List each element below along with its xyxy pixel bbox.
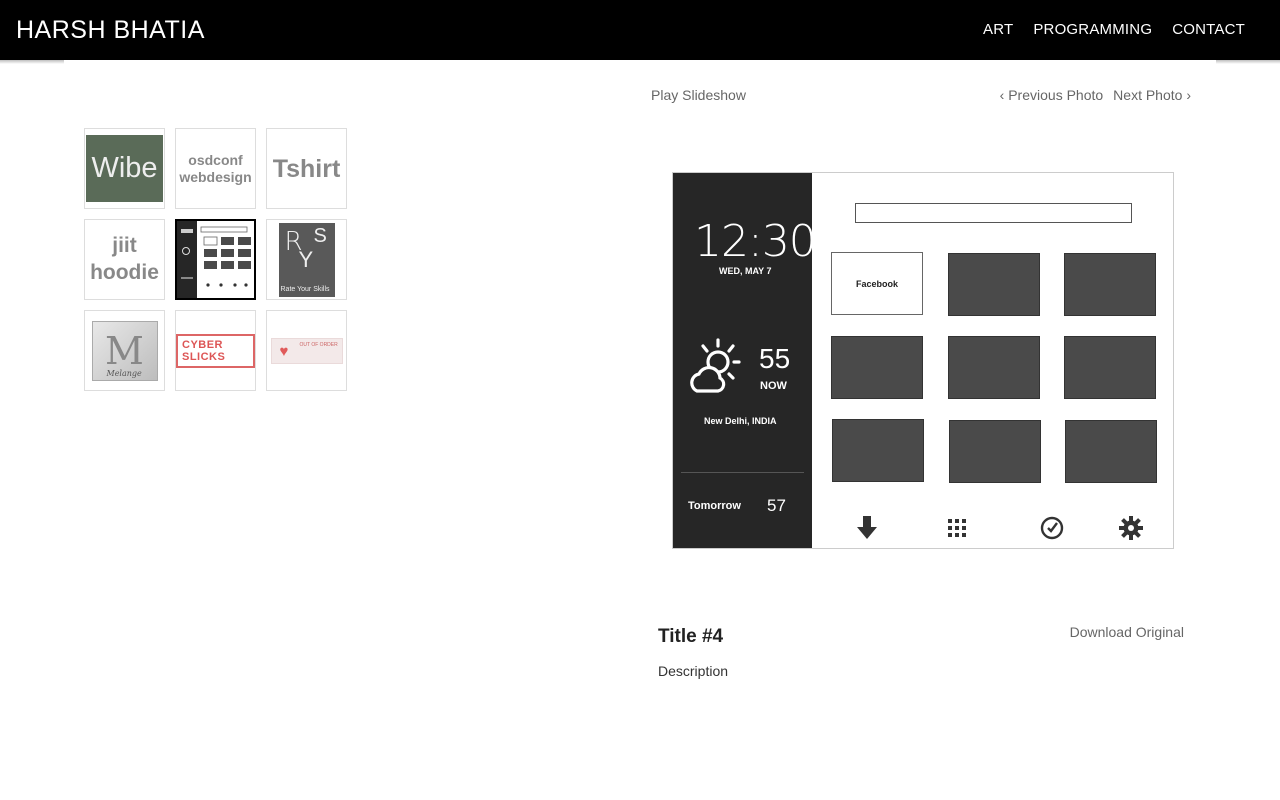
melange-letter: M bbox=[105, 328, 144, 373]
launcher-dock bbox=[673, 513, 1173, 543]
clock-icon bbox=[1040, 516, 1064, 540]
launcher-now-label: NOW bbox=[760, 380, 787, 392]
download-icon bbox=[857, 516, 877, 539]
thumbnail-jiit-hoodie-label: jiit hoodie bbox=[90, 233, 159, 286]
launcher-tomorrow-label: Tomorrow bbox=[688, 500, 741, 512]
thumbnail-jiit-hoodie[interactable]: jiit hoodie bbox=[84, 219, 165, 300]
thumbnail-osdconf-line2: webdesign bbox=[179, 168, 252, 185]
cyber-slicks-logo: CYBER SLICKS bbox=[176, 333, 255, 368]
thumbnail-wibe[interactable]: Wibe bbox=[84, 128, 165, 209]
launcher-temperature: 55 bbox=[759, 343, 791, 374]
partly-cloudy-icon bbox=[690, 338, 741, 393]
thumbnail-grid: Wibe osdconf webdesign Tshirt jiit hoodi… bbox=[84, 128, 348, 391]
header-shadow-left bbox=[0, 60, 64, 64]
nav-programming[interactable]: PROGRAMMING bbox=[1033, 21, 1152, 38]
launcher-search-bar bbox=[855, 203, 1132, 223]
next-photo-link[interactable]: Next Photo › bbox=[1113, 87, 1191, 103]
photo-description: Description bbox=[658, 663, 729, 679]
tile bbox=[832, 419, 924, 482]
previous-photo-link[interactable]: ‹ Previous Photo bbox=[1000, 87, 1104, 103]
tile bbox=[948, 336, 1040, 399]
apps-grid-icon bbox=[948, 519, 966, 537]
tile bbox=[1064, 253, 1156, 316]
thumbnail-tshirt-label: Tshirt bbox=[272, 154, 341, 183]
header-shadow-right bbox=[1216, 60, 1280, 64]
tile bbox=[831, 336, 923, 399]
thumbnail-osdconf-label: osdconf webdesign bbox=[179, 152, 251, 186]
download-original-link[interactable]: Download Original bbox=[1070, 624, 1184, 640]
launcher-sidebar: 12:30 WED, MAY 7 55 NOW New Delhi, INDIA… bbox=[673, 173, 817, 548]
launcher-date: WED, MAY 7 bbox=[719, 266, 772, 276]
thumbnail-tshirt[interactable]: Tshirt bbox=[266, 128, 347, 209]
nav-art[interactable]: ART bbox=[983, 21, 1013, 38]
thumbnail-rate-your-skills[interactable]: R S Y Rate Your Skills bbox=[266, 219, 347, 300]
gear-icon bbox=[1119, 516, 1143, 540]
rate-your-skills-logo: R S Y Rate Your Skills bbox=[278, 222, 335, 297]
rys-caption: Rate Your Skills bbox=[280, 285, 330, 293]
rys-letter-s: S bbox=[313, 224, 327, 247]
thumbnail-osdconf-line1: osdconf bbox=[188, 151, 243, 168]
thumbnail-out-of-order[interactable]: ♥ OUT OF ORDER bbox=[266, 310, 347, 391]
main-photo: 12:30 WED, MAY 7 55 NOW New Delhi, INDIA… bbox=[672, 172, 1174, 549]
out-of-order-title: OUT OF ORDER bbox=[299, 341, 338, 348]
launcher-city: New Delhi, INDIA bbox=[704, 416, 777, 426]
tile bbox=[1064, 336, 1156, 399]
thumbnail-jiit-line2: hoodie bbox=[90, 260, 159, 284]
thumbnail-melange[interactable]: M Melange bbox=[84, 310, 165, 391]
main-nav: ART PROGRAMMING CONTACT bbox=[983, 21, 1245, 38]
photo-pager: ‹ Previous Photo Next Photo › bbox=[1000, 87, 1191, 103]
play-slideshow-link[interactable]: Play Slideshow bbox=[651, 87, 746, 103]
tile bbox=[949, 420, 1041, 483]
rys-letter-y: Y bbox=[298, 246, 314, 272]
tile bbox=[948, 253, 1040, 316]
thumbnail-jiit-line1: jiit bbox=[112, 234, 137, 258]
tile-facebook: Facebook bbox=[831, 252, 923, 315]
heart-icon: ♥ bbox=[279, 342, 289, 360]
melange-caption: Melange bbox=[106, 368, 142, 378]
tile bbox=[1065, 420, 1157, 483]
nav-contact[interactable]: CONTACT bbox=[1172, 21, 1245, 38]
launcher-divider bbox=[681, 472, 804, 473]
photo-title: Title #4 bbox=[658, 626, 724, 647]
thumbnail-osdconf[interactable]: osdconf webdesign bbox=[175, 128, 256, 209]
thumbnail-wibe-label: Wibe bbox=[86, 135, 163, 202]
thumbnail-launcher-selected[interactable] bbox=[175, 219, 256, 300]
thumbnail-cyber-slicks[interactable]: CYBER SLICKS bbox=[175, 310, 256, 391]
melange-logo: M Melange bbox=[91, 320, 158, 381]
launcher-clock: 12:30 bbox=[694, 216, 817, 267]
launcher-mini-image bbox=[177, 221, 254, 298]
site-header: HARSH BHATIA ART PROGRAMMING CONTACT bbox=[0, 0, 1280, 60]
out-of-order-banner: ♥ OUT OF ORDER bbox=[270, 337, 343, 364]
site-brand[interactable]: HARSH BHATIA bbox=[16, 16, 205, 45]
